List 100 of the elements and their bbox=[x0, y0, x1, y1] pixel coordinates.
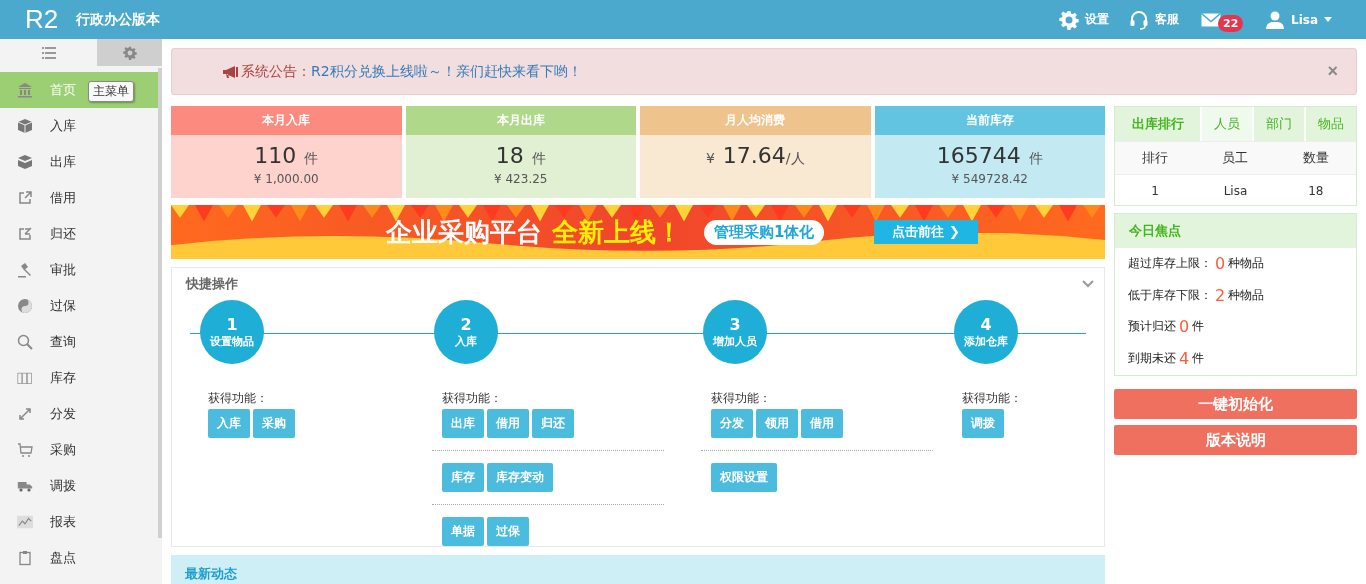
sidebar-item[interactable]: 借用 bbox=[0, 180, 158, 216]
focus-count: 2 bbox=[1215, 285, 1226, 305]
focus-label: 超过库存上限： bbox=[1128, 255, 1212, 273]
service-link[interactable]: 客服 bbox=[1129, 9, 1179, 30]
gear-icon bbox=[1059, 9, 1079, 30]
close-button[interactable]: × bbox=[1327, 61, 1338, 82]
sidebar-item[interactable]: 入库 bbox=[0, 108, 158, 144]
stat-unit: 件 bbox=[304, 150, 319, 168]
sidebar-item[interactable]: 盘点 bbox=[0, 540, 158, 576]
chevron-icon[interactable] bbox=[1082, 280, 1094, 288]
feature-button[interactable]: 领用 bbox=[756, 409, 798, 438]
feature-button[interactable]: 库存 bbox=[442, 463, 484, 492]
stat-unit: 件 bbox=[1028, 150, 1043, 168]
boxes-icon bbox=[17, 154, 33, 170]
mail-icon[interactable] bbox=[1201, 12, 1221, 27]
megaphone-icon bbox=[222, 65, 238, 78]
feature-button[interactable]: 出库 bbox=[442, 409, 484, 438]
column-header: 数量 bbox=[1301, 149, 1330, 167]
feature-button[interactable]: 过保 bbox=[487, 517, 529, 546]
column-header: 员工 bbox=[1221, 149, 1250, 167]
settings-link[interactable]: 设置 bbox=[1059, 9, 1109, 30]
column-header: 排行 bbox=[1141, 149, 1170, 167]
stat-unit: 件 bbox=[531, 150, 546, 168]
features-label: 获得功能： bbox=[962, 390, 1023, 407]
expand-icon bbox=[17, 406, 33, 422]
feature-button[interactable]: 借用 bbox=[487, 409, 529, 438]
sidebar-item[interactable]: 调拨 bbox=[0, 468, 158, 504]
scrollbar[interactable] bbox=[158, 68, 162, 538]
banner-headline: 企业采购平台 bbox=[386, 215, 542, 249]
focus-count: 4 bbox=[1179, 348, 1190, 368]
table-cell-text: 18 bbox=[1307, 184, 1325, 198]
action-button[interactable]: 版本说明 bbox=[1114, 425, 1357, 455]
stat-value: 110 bbox=[254, 143, 297, 168]
sidebar-item[interactable]: 出库 bbox=[0, 144, 158, 180]
sidebar-item[interactable]: 首页 主菜单 bbox=[0, 72, 158, 108]
promo-banner[interactable]: 企业采购平台 全新上线！ 管理采购1体化 点击前往 ❯ bbox=[171, 205, 1105, 259]
panel-title: 最新动态 bbox=[185, 566, 237, 581]
product-name: 行政办公版本 bbox=[76, 10, 161, 29]
feature-button[interactable]: 归还 bbox=[532, 409, 574, 438]
logo: R2 bbox=[25, 4, 59, 35]
gavel-icon bbox=[17, 262, 33, 278]
stat-value: 165744 bbox=[936, 143, 1021, 168]
list-icon bbox=[41, 45, 56, 60]
feature-button[interactable]: 单据 bbox=[442, 517, 484, 546]
feature-button[interactable]: 借用 bbox=[801, 409, 843, 438]
notice-link[interactable]: R2积分兑换上线啦～！亲们赶快来看下哟！ bbox=[311, 62, 582, 81]
step-number: 1 bbox=[226, 315, 238, 334]
sidebar-item[interactable]: 库存 bbox=[0, 360, 158, 396]
focus-unit: 件 bbox=[1192, 349, 1205, 367]
features-label: 获得功能： bbox=[711, 390, 772, 407]
feature-button[interactable]: 采购 bbox=[253, 409, 295, 438]
step-number: 4 bbox=[980, 315, 992, 334]
feature-button[interactable]: 分发 bbox=[711, 409, 753, 438]
feature-button[interactable]: 入库 bbox=[208, 409, 250, 438]
banner-highlight: 全新上线！ bbox=[552, 215, 682, 249]
sidebar-item[interactable]: 审批 bbox=[0, 252, 158, 288]
currency-sign: ¥ bbox=[705, 150, 715, 166]
sidebar-item[interactable]: 归还 bbox=[0, 216, 158, 252]
focus-label: 到期未还 bbox=[1128, 349, 1176, 367]
focus-unit: 种物品 bbox=[1228, 255, 1265, 273]
focus-label: 低于库存下限： bbox=[1128, 286, 1212, 304]
banner-cta[interactable]: 点击前往 ❯ bbox=[874, 220, 978, 244]
step-number: 3 bbox=[729, 315, 741, 334]
focus-label: 预计归还 bbox=[1128, 318, 1176, 336]
action-button[interactable]: 一键初始化 bbox=[1114, 389, 1357, 419]
stat-unit: /人 bbox=[785, 150, 805, 168]
user-menu[interactable]: Lisa bbox=[1265, 9, 1332, 30]
feature-button[interactable]: 调拨 bbox=[962, 409, 1004, 438]
box-icon bbox=[17, 118, 33, 134]
stat-title: 本月入库 bbox=[171, 106, 402, 135]
step-title: 设置物品 bbox=[210, 333, 254, 349]
panel-title: 快捷操作 bbox=[186, 275, 238, 293]
line-chart-icon bbox=[17, 514, 33, 530]
step-title: 增加人员 bbox=[713, 333, 757, 349]
feature-button[interactable]: 库存变动 bbox=[487, 463, 553, 492]
return-icon bbox=[17, 226, 33, 242]
sidebar-item[interactable]: 报表 bbox=[0, 504, 158, 540]
focus-count: 0 bbox=[1179, 317, 1190, 337]
panel-title: 今日焦点 bbox=[1129, 222, 1181, 240]
ranking-tab[interactable]: 人员 bbox=[1200, 107, 1252, 141]
settings-tab[interactable] bbox=[97, 39, 162, 66]
step-title: 入库 bbox=[455, 333, 477, 349]
sidebar-item[interactable]: 采购 bbox=[0, 432, 158, 468]
yin-yang-icon bbox=[17, 298, 33, 314]
feature-button[interactable]: 权限设置 bbox=[711, 463, 777, 492]
banner-tagline: 管理采购1体化 bbox=[704, 219, 825, 245]
table-cell-text: Lisa bbox=[1222, 184, 1249, 198]
stat-title: 月人均消费 bbox=[640, 106, 871, 135]
tooltip: 主菜单 bbox=[88, 81, 134, 102]
stat-title: 本月出库 bbox=[405, 106, 636, 135]
step-title: 添加仓库 bbox=[964, 333, 1008, 349]
share-icon bbox=[17, 190, 33, 206]
sidebar-item[interactable]: 分发 bbox=[0, 396, 158, 432]
user-icon bbox=[1265, 9, 1285, 30]
search-icon bbox=[17, 334, 33, 350]
headset-icon bbox=[1129, 9, 1149, 30]
sidebar-item[interactable]: 过保 bbox=[0, 288, 158, 324]
books-icon bbox=[17, 370, 33, 386]
sidebar-item[interactable]: 查询 bbox=[0, 324, 158, 360]
stat-value: 17.64 bbox=[722, 143, 786, 168]
